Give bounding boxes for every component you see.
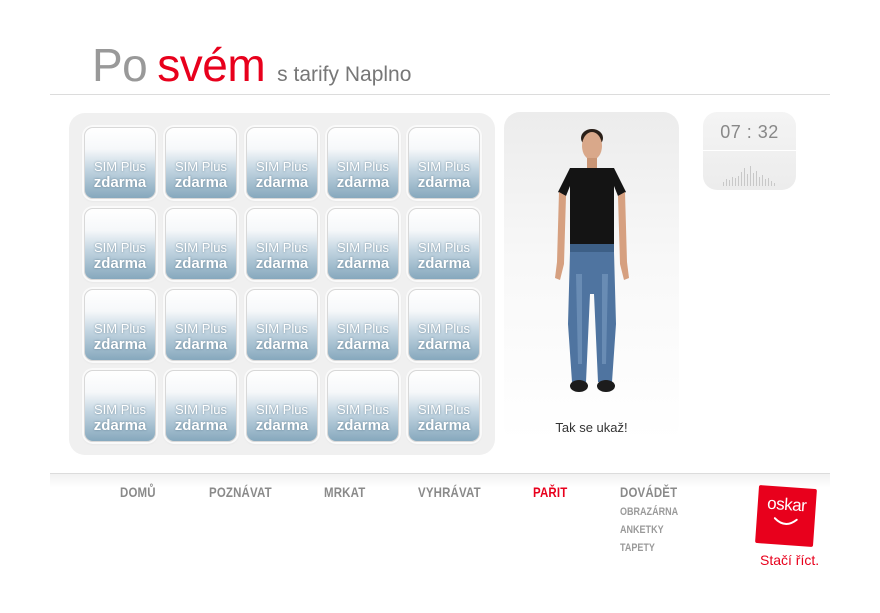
tile-label-line2: zdarma xyxy=(174,417,228,434)
sim-plus-tile[interactable]: SIM Plus zdarma xyxy=(246,370,318,442)
sim-plus-tile[interactable]: SIM Plus zdarma xyxy=(327,289,399,361)
sim-plus-tile[interactable]: SIM Plus zdarma xyxy=(165,127,237,199)
logo-text: oskar xyxy=(766,493,807,516)
nav-item-vyhravat[interactable]: VYHRÁVAT xyxy=(418,484,481,500)
tile-label-line2: zdarma xyxy=(255,417,309,434)
nav-item-poznavat[interactable]: POZNÁVAT xyxy=(209,484,272,500)
sim-plus-tile[interactable]: SIM Plus zdarma xyxy=(408,127,480,199)
smile-icon xyxy=(773,517,798,525)
sim-plus-tile[interactable]: SIM Plus zdarma xyxy=(84,208,156,280)
person-figure xyxy=(555,129,629,392)
tile-label-line1: SIM Plus xyxy=(174,402,227,417)
brand-slogan: Stačí říct. xyxy=(760,552,820,568)
sim-plus-tile[interactable]: SIM Plus zdarma xyxy=(84,289,156,361)
tile-label-line1: SIM Plus xyxy=(336,240,389,255)
tile-label-line2: zdarma xyxy=(417,336,471,353)
tile-label-line1: SIM Plus xyxy=(417,159,470,174)
subnav-item-obrazarna[interactable]: OBRAZÁRNA xyxy=(620,506,678,518)
sim-plus-tile[interactable]: SIM Plus zdarma xyxy=(408,289,480,361)
nav-item-parit[interactable]: PAŘIT xyxy=(533,484,567,500)
tile-label-line1: SIM Plus xyxy=(93,321,146,336)
sim-plus-tile[interactable]: SIM Plus zdarma xyxy=(408,208,480,280)
tile-label-line2: zdarma xyxy=(255,336,309,353)
tile-label-line2: zdarma xyxy=(417,417,471,434)
subnav-item-anketky[interactable]: ANKETKY xyxy=(620,524,664,536)
tile-label-line2: zdarma xyxy=(417,174,471,191)
oskar-logo[interactable]: oskar xyxy=(755,485,817,547)
tile-label-line2: zdarma xyxy=(255,174,309,191)
nav-item-domu[interactable]: DOMŮ xyxy=(120,484,156,500)
tile-label-line1: SIM Plus xyxy=(174,321,227,336)
title-subtitle: s tarify Naplno xyxy=(277,63,412,86)
tile-label-line2: zdarma xyxy=(336,336,390,353)
tile-label-line1: SIM Plus xyxy=(93,159,146,174)
tile-label-line2: zdarma xyxy=(93,255,147,272)
clock-divider xyxy=(703,150,796,151)
tile-label-line2: zdarma xyxy=(174,174,228,191)
sim-plus-tile[interactable]: SIM Plus zdarma xyxy=(408,370,480,442)
tile-label-line2: zdarma xyxy=(336,417,390,434)
tile-label-line1: SIM Plus xyxy=(255,321,308,336)
sim-plus-tile[interactable]: SIM Plus zdarma xyxy=(246,208,318,280)
sim-plus-tile[interactable]: SIM Plus zdarma xyxy=(84,127,156,199)
title-svem: svém xyxy=(157,39,266,91)
tile-label-line1: SIM Plus xyxy=(255,240,308,255)
sim-plus-tile[interactable]: SIM Plus zdarma xyxy=(165,370,237,442)
tile-label-line1: SIM Plus xyxy=(336,402,389,417)
nav-item-dovadet[interactable]: DOVÁDĚT xyxy=(620,484,677,500)
sim-plus-tile[interactable]: SIM Plus zdarma xyxy=(327,208,399,280)
sim-plus-tile[interactable]: SIM Plus zdarma xyxy=(246,127,318,199)
avatar-panel[interactable]: Tak se ukaž! xyxy=(504,112,679,442)
sim-plus-tile[interactable]: SIM Plus zdarma xyxy=(327,127,399,199)
tile-label-line2: zdarma xyxy=(255,255,309,272)
tile-label-line1: SIM Plus xyxy=(174,159,227,174)
tile-label-line2: zdarma xyxy=(93,336,147,353)
header-divider xyxy=(50,94,830,95)
tile-label-line2: zdarma xyxy=(174,255,228,272)
sim-plus-tile[interactable]: SIM Plus zdarma xyxy=(165,289,237,361)
sim-plus-tile[interactable]: SIM Plus zdarma xyxy=(165,208,237,280)
tile-label-line1: SIM Plus xyxy=(93,240,146,255)
avatar-caption: Tak se ukaž! xyxy=(555,420,628,435)
tile-label-line2: zdarma xyxy=(336,174,390,191)
tile-label-line1: SIM Plus xyxy=(336,321,389,336)
tile-grid-panel: SIM Plus zdarma SIM Plus zdarma SIM Plus zdar… xyxy=(69,113,495,455)
tile-label-line2: zdarma xyxy=(336,255,390,272)
tile-label-line1: SIM Plus xyxy=(417,402,470,417)
sim-plus-tile[interactable]: SIM Plus zdarma xyxy=(84,370,156,442)
tile-label-line2: zdarma xyxy=(417,255,471,272)
tile-label-line2: zdarma xyxy=(174,336,228,353)
subnav-item-tapety[interactable]: TAPETY xyxy=(620,542,655,554)
tile-label-line1: SIM Plus xyxy=(255,402,308,417)
tile-label-line1: SIM Plus xyxy=(174,240,227,255)
nav-item-mrkat[interactable]: MRKAT xyxy=(324,484,365,500)
tile-label-line2: zdarma xyxy=(93,174,147,191)
tile-label-line2: zdarma xyxy=(93,417,147,434)
tile-label-line1: SIM Plus xyxy=(336,159,389,174)
clock-time: 07 : 32 xyxy=(720,122,779,142)
tile-label-line1: SIM Plus xyxy=(417,321,470,336)
tile-label-line1: SIM Plus xyxy=(93,402,146,417)
sim-plus-tile[interactable]: SIM Plus zdarma xyxy=(327,370,399,442)
title-po: Po xyxy=(92,39,148,91)
equalizer-icon xyxy=(723,166,775,186)
page-title: Po svém s tarify Naplno xyxy=(92,38,411,92)
sim-plus-tile[interactable]: SIM Plus zdarma xyxy=(246,289,318,361)
tile-label-line1: SIM Plus xyxy=(255,159,308,174)
tile-label-line1: SIM Plus xyxy=(417,240,470,255)
clock-widget: 07 : 32 xyxy=(703,112,796,190)
